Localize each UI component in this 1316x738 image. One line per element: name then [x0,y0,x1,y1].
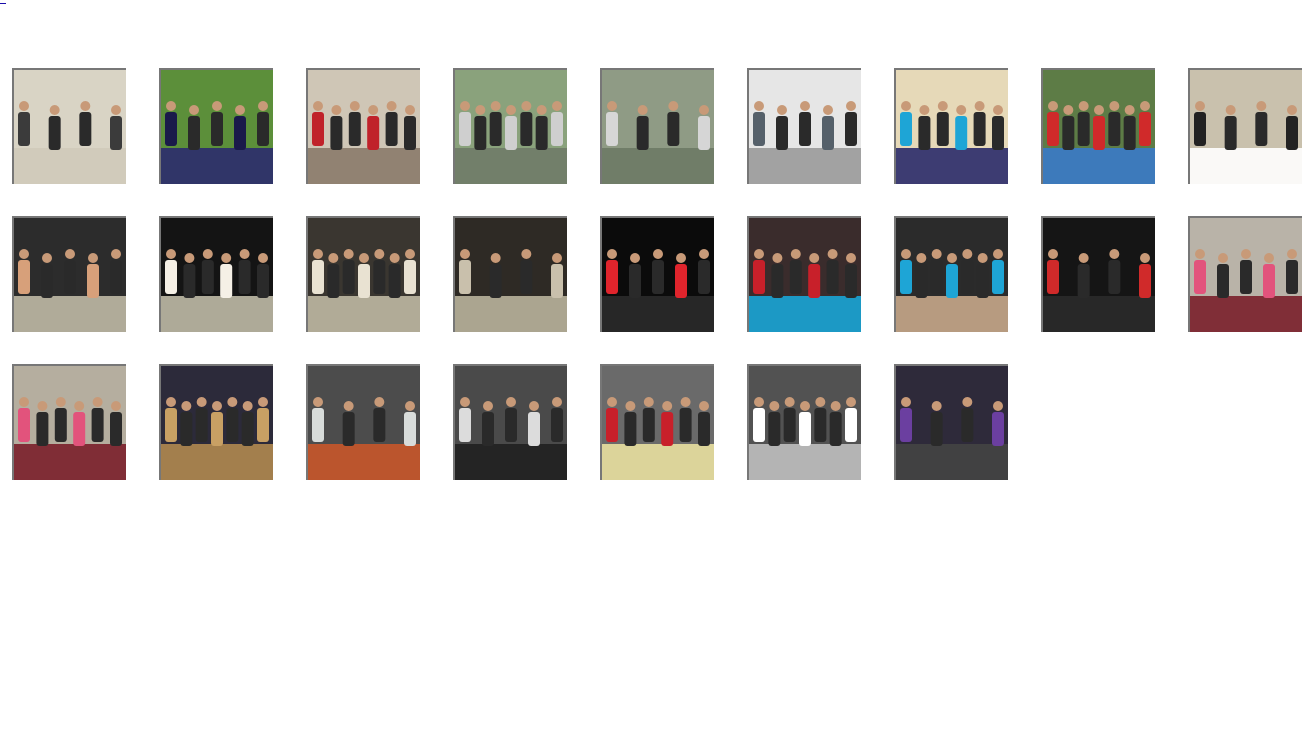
thumbnail-image [455,70,567,184]
thumbnail-image [749,366,861,480]
photo-gym-basketball[interactable] [159,364,273,480]
photo-award-trio[interactable] [159,216,273,332]
thumbnail-image [308,218,420,332]
photo-giant-chess[interactable] [747,364,861,480]
thumbnail-image [749,70,861,184]
thumbnail-image [14,70,126,184]
photo-gallery [12,68,1312,512]
gallery-row-3 [12,364,1312,480]
photo-party-group[interactable] [747,216,861,332]
thumbnail-image [455,366,567,480]
thumbnail-image [602,70,714,184]
thumbnail-image [308,366,420,480]
thumbnail-image [161,366,273,480]
photo-group-posing[interactable] [306,68,420,184]
photo-stairs-group-2[interactable] [600,68,714,184]
thumbnail-image [896,218,1008,332]
thumbnail-image [1190,218,1302,332]
photo-stairs-group-1[interactable] [453,68,567,184]
thumbnail-image [602,366,714,480]
thumbnail-image [749,218,861,332]
photo-award-lineup-1[interactable] [12,216,126,332]
photo-dessert-table-2[interactable] [12,364,126,480]
top-anchor-link[interactable] [0,0,6,4]
photo-arcade-games[interactable] [894,364,1008,480]
photo-dance-group[interactable] [1041,216,1155,332]
thumbnail-image [602,218,714,332]
thumbnail-image [1190,70,1302,184]
thumbnail-image [896,366,1008,480]
gallery-row-2 [12,216,1312,332]
photo-inflatable-slide[interactable] [600,364,714,480]
thumbnail-image [896,70,1008,184]
thumbnail-image [14,218,126,332]
photo-three-friends[interactable] [1041,68,1155,184]
photo-outdoor-twister[interactable] [159,68,273,184]
photo-blue-shirt-selfie[interactable] [894,68,1008,184]
photo-dessert-table-1[interactable] [1188,216,1302,332]
thumbnail-image [1043,70,1155,184]
gallery-row-1 [12,68,1312,184]
photo-dinner-table[interactable] [1188,68,1302,184]
thumbnail-image [161,70,273,184]
thumbnail-image [455,218,567,332]
photo-award-lineup-2[interactable] [306,216,420,332]
photo-certificate-pair[interactable] [600,216,714,332]
photo-gym-chess[interactable] [453,364,567,480]
photo-gym-games[interactable] [306,364,420,480]
photo-classroom-gathering[interactable] [12,68,126,184]
photo-porch-group[interactable] [747,68,861,184]
thumbnail-image [1043,218,1155,332]
photo-award-lineup-3[interactable] [453,216,567,332]
thumbnail-image [308,70,420,184]
thumbnail-image [14,366,126,480]
photo-friends-closeup[interactable] [894,216,1008,332]
thumbnail-image [161,218,273,332]
